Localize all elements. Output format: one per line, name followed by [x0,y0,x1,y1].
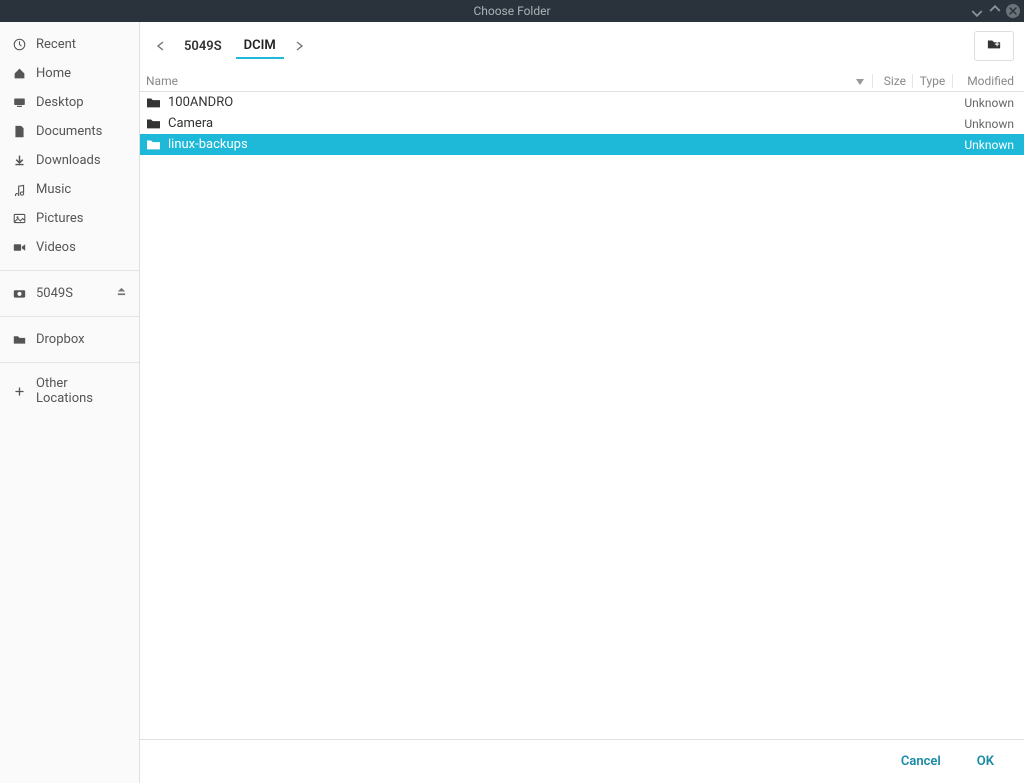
column-header-modified[interactable]: Modified [952,74,1014,88]
folder-icon [146,138,160,152]
sort-descending-icon [856,74,864,88]
sidebar-item-label: Desktop [36,95,127,110]
folder-icon [146,96,160,110]
window-titlebar: Choose Folder [0,0,1024,22]
window-title: Choose Folder [473,4,550,18]
pictures-icon [12,212,26,226]
file-list: 100ANDRO Unknown Camera Unknown linux-ba… [140,92,1024,739]
dialog-action-bar: Cancel OK [140,739,1024,783]
sidebar-item-pictures[interactable]: Pictures [0,204,139,233]
file-name: 100ANDRO [168,95,952,110]
new-folder-icon [987,37,1001,55]
sidebar-item-dropbox[interactable]: Dropbox [0,325,139,354]
folder-icon [146,117,160,131]
sidebar-item-recent[interactable]: Recent [0,30,139,59]
maximize-icon[interactable] [988,4,1002,18]
folder-row[interactable]: Camera Unknown [140,113,1024,134]
sidebar-places-group: Recent Home Desktop Documents Downloads … [0,28,139,264]
camera-device-icon [12,287,26,301]
sidebar-item-label: Videos [36,240,127,255]
file-modified: Unknown [952,117,1014,131]
close-icon[interactable] [1006,4,1020,18]
document-icon [12,125,26,139]
breadcrumb-dcim[interactable]: DCIM [236,34,284,59]
sidebar-item-documents[interactable]: Documents [0,117,139,146]
sidebar-item-label: 5049S [36,286,106,301]
column-headers: Name Size Type Modified [140,70,1024,92]
file-name: linux-backups [168,137,952,152]
column-header-name[interactable]: Name [146,74,872,88]
file-name: Camera [168,116,952,131]
sidebar-item-videos[interactable]: Videos [0,233,139,262]
sidebar-item-home[interactable]: Home [0,59,139,88]
sidebar-item-other-locations[interactable]: Other Locations [0,369,139,413]
home-icon [12,67,26,81]
sidebar-item-music[interactable]: Music [0,175,139,204]
sidebar-bookmarks-group: Dropbox [0,323,139,356]
places-sidebar: Recent Home Desktop Documents Downloads … [0,22,140,783]
breadcrumb-5049s[interactable]: 5049S [176,35,230,58]
sidebar-item-label: Music [36,182,127,197]
sidebar-separator [0,362,139,363]
music-icon [12,183,26,197]
folder-row[interactable]: 100ANDRO Unknown [140,92,1024,113]
sidebar-item-label: Dropbox [36,332,127,347]
desktop-icon [12,96,26,110]
column-header-type[interactable]: Type [912,74,952,88]
window-controls [970,4,1020,18]
folder-row[interactable]: linux-backups Unknown [140,134,1024,155]
sidebar-item-device-5049s[interactable]: 5049S [0,279,139,308]
new-folder-button[interactable] [974,31,1014,61]
eject-icon[interactable] [116,286,127,301]
sidebar-separator [0,270,139,271]
sidebar-item-label: Documents [36,124,127,139]
breadcrumb-bar: 5049S DCIM [140,22,1024,70]
breadcrumb-forward-icon[interactable] [290,36,310,56]
clock-icon [12,38,26,52]
download-icon [12,154,26,168]
plus-icon [12,384,26,398]
sidebar-item-label: Other Locations [36,376,127,406]
sidebar-separator [0,316,139,317]
folder-icon [12,333,26,347]
column-header-size[interactable]: Size [872,74,912,88]
minimize-icon[interactable] [970,4,984,18]
ok-button[interactable]: OK [977,754,994,769]
sidebar-item-label: Home [36,66,127,81]
sidebar-item-downloads[interactable]: Downloads [0,146,139,175]
content-pane: 5049S DCIM Name Size Type Modified 100AN… [140,22,1024,783]
video-icon [12,241,26,255]
sidebar-item-label: Downloads [36,153,127,168]
cancel-button[interactable]: Cancel [901,754,941,769]
sidebar-item-desktop[interactable]: Desktop [0,88,139,117]
breadcrumb-back-icon[interactable] [150,36,170,56]
sidebar-devices-group: 5049S [0,277,139,310]
sidebar-item-label: Recent [36,37,127,52]
file-modified: Unknown [952,96,1014,110]
sidebar-item-label: Pictures [36,211,127,226]
file-modified: Unknown [952,138,1014,152]
